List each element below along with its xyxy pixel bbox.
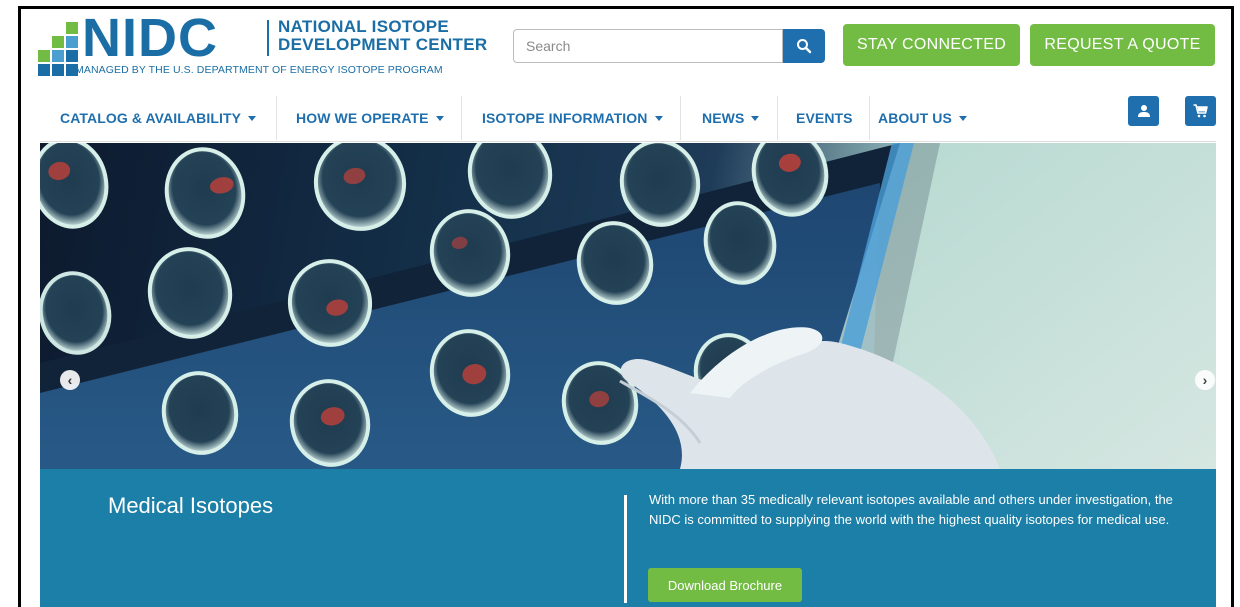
nav-item-catalog[interactable]: CATALOG & AVAILABILITY bbox=[60, 94, 257, 142]
caret-down-icon bbox=[248, 115, 257, 121]
carousel-prev-button[interactable]: ‹ bbox=[60, 370, 80, 390]
main-nav: CATALOG & AVAILABILITY HOW WE OPERATE IS… bbox=[40, 94, 1216, 142]
nav-item-about-us[interactable]: ABOUT US bbox=[878, 94, 967, 142]
nav-divider bbox=[869, 96, 870, 140]
cart-button[interactable] bbox=[1185, 96, 1216, 126]
logo-title-line1: NATIONAL ISOTOPE bbox=[278, 17, 450, 36]
caption-text: With more than 35 medically relevant iso… bbox=[649, 492, 1173, 527]
logo-title: NATIONAL ISOTOPE DEVELOPMENT CENTER bbox=[278, 18, 487, 54]
logo-wordmark: NIDC bbox=[82, 8, 218, 68]
logo-blocks-icon bbox=[22, 14, 82, 76]
nav-item-label: NEWS bbox=[702, 110, 745, 126]
caption-title: Medical Isotopes bbox=[108, 493, 274, 518]
site-logo[interactable]: NIDC NATIONAL ISOTOPE DEVELOPMENT CENTER… bbox=[22, 8, 492, 78]
download-brochure-button[interactable]: Download Brochure bbox=[648, 568, 802, 602]
caption-divider bbox=[624, 495, 627, 603]
nav-divider bbox=[680, 96, 681, 140]
nav-item-label: ISOTOPE INFORMATION bbox=[482, 110, 648, 126]
search-icon bbox=[797, 39, 812, 54]
logo-divider bbox=[267, 20, 269, 56]
hero-caption: Medical Isotopes With more than 35 medic… bbox=[40, 469, 1216, 607]
search-bar bbox=[513, 29, 825, 63]
nav-item-label: ABOUT US bbox=[878, 110, 952, 126]
logo-title-line2: DEVELOPMENT CENTER bbox=[278, 35, 488, 54]
user-icon bbox=[1137, 105, 1150, 117]
nav-item-how-we-operate[interactable]: HOW WE OPERATE bbox=[296, 94, 444, 142]
chevron-left-icon: ‹ bbox=[67, 372, 73, 388]
nav-divider bbox=[276, 96, 277, 140]
hero-carousel: ‹ › bbox=[40, 143, 1216, 469]
cart-icon bbox=[1193, 104, 1208, 118]
nav-divider bbox=[461, 96, 462, 140]
caret-down-icon bbox=[654, 115, 663, 121]
nav-item-label: CATALOG & AVAILABILITY bbox=[60, 110, 242, 126]
nav-item-label: EVENTS bbox=[796, 110, 853, 126]
hero-image bbox=[40, 143, 1216, 469]
stay-connected-button[interactable]: STAY CONNECTED bbox=[843, 24, 1020, 66]
account-button[interactable] bbox=[1128, 96, 1159, 126]
caret-down-icon bbox=[958, 115, 967, 121]
nav-item-isotope-information[interactable]: ISOTOPE INFORMATION bbox=[482, 94, 663, 142]
nav-item-label: HOW WE OPERATE bbox=[296, 110, 429, 126]
search-button[interactable] bbox=[783, 29, 825, 63]
caret-down-icon bbox=[435, 115, 444, 121]
logo-subtitle: MANAGED BY THE U.S. DEPARTMENT OF ENERGY… bbox=[75, 64, 443, 76]
search-input[interactable] bbox=[513, 29, 783, 63]
chevron-right-icon: › bbox=[1202, 372, 1208, 388]
request-quote-button[interactable]: REQUEST A QUOTE bbox=[1030, 24, 1215, 66]
nav-item-news[interactable]: NEWS bbox=[702, 94, 760, 142]
carousel-next-button[interactable]: › bbox=[1195, 370, 1215, 390]
nav-item-events[interactable]: EVENTS bbox=[796, 94, 853, 142]
nav-divider bbox=[777, 96, 778, 140]
caret-down-icon bbox=[751, 115, 760, 121]
